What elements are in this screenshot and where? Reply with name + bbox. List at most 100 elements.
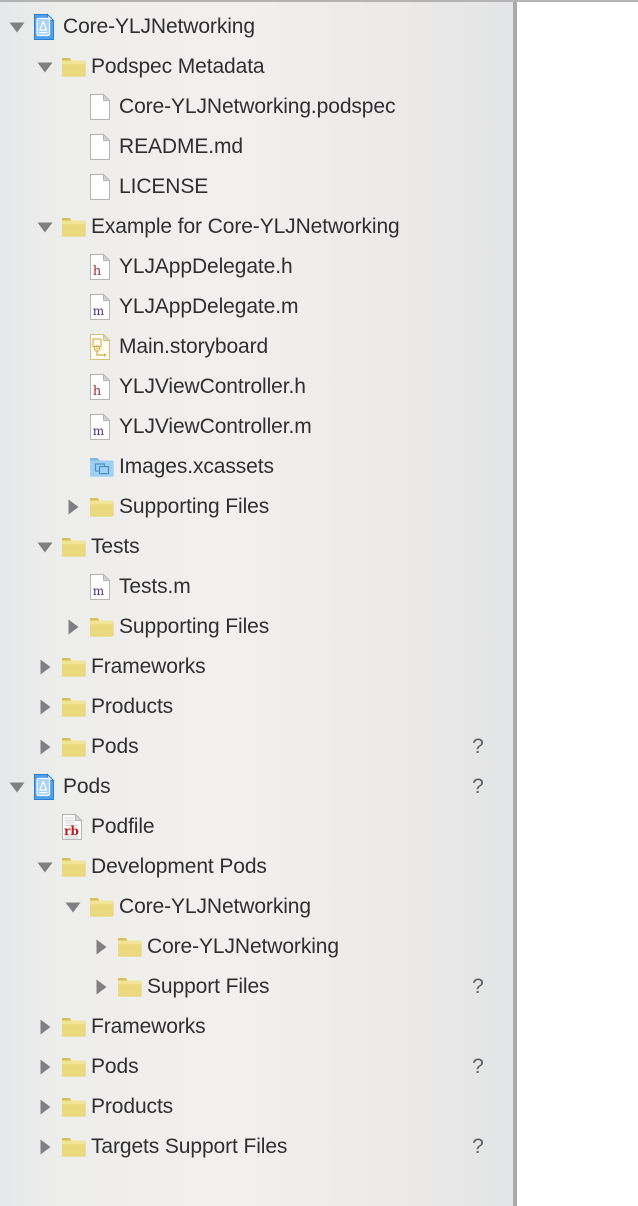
navigator-row[interactable]: Example for Core-YLJNetworking — [0, 207, 513, 247]
disclosure-triangle-collapsed-icon[interactable] — [92, 978, 110, 996]
disclosure-triangle-collapsed-icon[interactable] — [36, 698, 54, 716]
disclosure-triangle-expanded-icon[interactable] — [8, 778, 26, 796]
navigator-row[interactable]: Frameworks — [0, 647, 513, 687]
disclosure-triangle-collapsed-icon[interactable] — [64, 498, 82, 516]
navigator-row[interactable]: Core-YLJNetworking.podspec — [0, 87, 513, 127]
navigator-row[interactable]: Frameworks — [0, 1007, 513, 1047]
ruby-file-icon: rb — [61, 813, 85, 841]
xcodeproj-icon — [33, 773, 57, 801]
disclosure-triangle-collapsed-icon[interactable] — [36, 1138, 54, 1156]
navigator-row[interactable]: Podspec Metadata — [0, 47, 513, 87]
navigator-row-label: Supporting Files — [119, 495, 270, 518]
navigator-row-label: Pods — [63, 775, 111, 798]
navigator-row[interactable]: Tests — [0, 527, 513, 567]
navigator-row[interactable]: m Tests.m — [0, 567, 513, 607]
disclosure-triangle-expanded-icon[interactable] — [36, 218, 54, 236]
navigator-row[interactable]: m YLJAppDelegate.m — [0, 287, 513, 327]
navigator-row-label: Core-YLJNetworking — [147, 935, 339, 958]
disclosure-triangle-collapsed-icon[interactable] — [36, 1098, 54, 1116]
navigator-row[interactable]: Main.storyboard — [0, 327, 513, 367]
disclosure-triangle-expanded-icon[interactable] — [64, 898, 82, 916]
status-badge: ? — [472, 775, 484, 798]
navigator-row-label: YLJAppDelegate.h — [119, 255, 293, 278]
navigator-row[interactable]: Pods? — [0, 767, 513, 807]
navigator-row-label: Frameworks — [91, 655, 206, 678]
navigator-row-label: Core-YLJNetworking — [63, 15, 255, 38]
navigator-row-label: YLJViewController.h — [119, 375, 306, 398]
disclosure-triangle-collapsed-icon[interactable] — [36, 738, 54, 756]
folder-icon — [117, 933, 142, 961]
navigator-row-label: Pods — [91, 735, 139, 758]
navigator-row[interactable]: rb Podfile — [0, 807, 513, 847]
disclosure-triangle-collapsed-icon[interactable] — [36, 658, 54, 676]
status-badge: ? — [472, 735, 484, 758]
svg-text:h: h — [93, 264, 102, 279]
navigator-row-label: Main.storyboard — [119, 335, 269, 358]
navigator-row-label: LICENSE — [119, 175, 209, 198]
disclosure-triangle-collapsed-icon[interactable] — [92, 938, 110, 956]
objc-file-icon: m — [89, 293, 113, 321]
project-navigator[interactable]: Core-YLJNetworking Podspec Metadata Core-Y… — [0, 2, 513, 1206]
navigator-row-label: Targets Support Files — [91, 1135, 288, 1158]
folder-icon — [61, 693, 86, 721]
svg-text:m: m — [93, 424, 105, 438]
objc-file-icon: m — [89, 413, 113, 441]
folder-icon — [61, 1053, 86, 1081]
header-file-icon: h — [89, 373, 113, 401]
navigator-row-label: Tests — [91, 535, 140, 558]
folder-icon — [89, 893, 114, 921]
disclosure-triangle-collapsed-icon[interactable] — [36, 1018, 54, 1036]
navigator-row[interactable]: README.md — [0, 127, 513, 167]
document-icon — [89, 93, 113, 121]
disclosure-triangle-collapsed-icon[interactable] — [36, 1058, 54, 1076]
disclosure-triangle-expanded-icon[interactable] — [36, 538, 54, 556]
folder-icon — [61, 1093, 86, 1121]
folder-icon — [61, 733, 86, 761]
xcassets-icon — [89, 453, 114, 481]
navigator-row[interactable]: Pods? — [0, 727, 513, 767]
navigator-row[interactable]: Supporting Files — [0, 487, 513, 527]
navigator-row[interactable]: Targets Support Files? — [0, 1127, 513, 1167]
navigator-row[interactable]: h YLJAppDelegate.h — [0, 247, 513, 287]
disclosure-triangle-collapsed-icon[interactable] — [64, 618, 82, 636]
navigator-row-label: Images.xcassets — [119, 455, 274, 478]
navigator-row-label: Support Files — [147, 975, 270, 998]
folder-icon — [61, 53, 86, 81]
navigator-row[interactable]: Core-YLJNetworking — [0, 887, 513, 927]
navigator-row[interactable]: LICENSE — [0, 167, 513, 207]
navigator-row[interactable]: Core-YLJNetworking — [0, 927, 513, 967]
navigator-row-label: Example for Core-YLJNetworking — [91, 215, 400, 238]
document-icon — [89, 133, 113, 161]
svg-text:m: m — [93, 584, 105, 598]
disclosure-triangle-expanded-icon[interactable] — [8, 18, 26, 36]
navigator-row-label: Podspec Metadata — [91, 55, 265, 78]
navigator-row[interactable]: Development Pods — [0, 847, 513, 887]
disclosure-triangle-expanded-icon[interactable] — [36, 858, 54, 876]
status-badge: ? — [472, 975, 484, 998]
svg-text:rb: rb — [64, 824, 79, 838]
folder-icon — [89, 493, 114, 521]
navigator-row-label: Core-YLJNetworking.podspec — [119, 95, 396, 118]
navigator-row[interactable]: h YLJViewController.h — [0, 367, 513, 407]
navigator-row[interactable]: Images.xcassets — [0, 447, 513, 487]
navigator-row-label: Pods — [91, 1055, 139, 1078]
disclosure-triangle-expanded-icon[interactable] — [36, 58, 54, 76]
xcodeproj-icon — [33, 13, 57, 41]
navigator-row-label: Products — [91, 1095, 174, 1118]
folder-icon — [61, 213, 86, 241]
editor-pane[interactable] — [517, 2, 638, 1206]
navigator-row[interactable]: Core-YLJNetworking — [0, 7, 513, 47]
navigator-row[interactable]: Products — [0, 687, 513, 727]
navigator-row-label: Core-YLJNetworking — [119, 895, 311, 918]
navigator-row-label: YLJAppDelegate.m — [119, 295, 299, 318]
document-icon — [89, 173, 113, 201]
navigator-row[interactable]: m YLJViewController.m — [0, 407, 513, 447]
navigator-row[interactable]: Products — [0, 1087, 513, 1127]
navigator-row[interactable]: Support Files? — [0, 967, 513, 1007]
status-badge: ? — [472, 1135, 484, 1158]
folder-icon — [61, 1013, 86, 1041]
navigator-row[interactable]: Pods? — [0, 1047, 513, 1087]
status-badge: ? — [472, 1055, 484, 1078]
svg-text:m: m — [93, 304, 105, 318]
navigator-row[interactable]: Supporting Files — [0, 607, 513, 647]
